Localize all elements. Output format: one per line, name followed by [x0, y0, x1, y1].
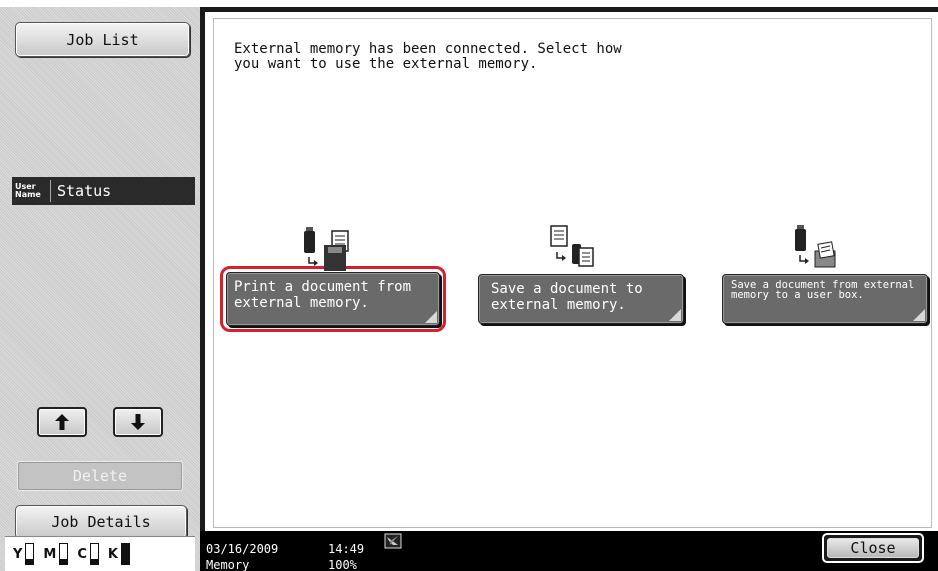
toner-y: Y: [13, 543, 35, 565]
close-label: Close: [850, 539, 896, 557]
toner-letter: C: [77, 546, 87, 562]
close-button[interactable]: Close: [822, 533, 924, 563]
toner-m: M: [43, 543, 69, 565]
document-to-usb-icon: [550, 225, 594, 267]
option-label: Save a document from external memory to …: [731, 279, 915, 301]
main-panel: External memory has been connected. Sele…: [200, 7, 938, 531]
job-list-label: Job List: [66, 30, 139, 49]
column-divider: [50, 180, 51, 202]
job-table-header: User Name Status: [12, 177, 195, 205]
close-button-face: Close: [827, 538, 919, 558]
job-details-button[interactable]: Job Details: [15, 505, 187, 539]
option-label: Print a document from external memory.: [234, 279, 412, 311]
memory-label: Memory: [206, 558, 250, 571]
toner-level-bar: [59, 543, 69, 565]
toner-level-fill: [26, 559, 34, 564]
save-to-user-box-button[interactable]: Save a document from external memory to …: [722, 274, 928, 324]
toner-levels: YMCK: [5, 536, 195, 571]
toner-letter: M: [43, 546, 57, 562]
toner-level-bar: [25, 543, 35, 565]
top-strip: [0, 0, 938, 7]
network-status-icon: [384, 533, 402, 549]
print-from-external-memory-button[interactable]: Print a document from external memory.: [226, 272, 440, 326]
scroll-up-button[interactable]: [37, 407, 87, 437]
job-details-label: Job Details: [51, 513, 151, 531]
usb-to-user-box-icon: [795, 225, 836, 268]
content-area: External memory has been connected. Sele…: [213, 18, 932, 528]
time-display: 14:49: [328, 542, 365, 556]
toner-c: C: [77, 543, 99, 565]
memory-percent: 100%: [328, 558, 357, 571]
column-user-name: User Name: [15, 182, 41, 199]
arrow-down-icon: [131, 414, 145, 430]
job-sidebar: Job List User Name Status Delete Job Det…: [0, 7, 200, 571]
toner-k: K: [108, 543, 130, 565]
date-display: 03/16/2009: [206, 542, 279, 556]
scroll-down-button[interactable]: [113, 407, 163, 437]
column-status: Status: [57, 182, 112, 200]
toner-letter: Y: [13, 546, 23, 562]
toner-level-fill: [60, 559, 68, 564]
toner-level-bar: [120, 543, 130, 565]
status-bar: 03/16/2009 14:49 Memory 100% Close: [200, 531, 938, 571]
option-label: Save a document to external memory.: [491, 281, 643, 313]
save-to-external-memory-button[interactable]: Save a document to external memory.: [478, 274, 684, 324]
usb-to-printer-icon: [304, 227, 349, 271]
toner-level-fill: [121, 544, 129, 564]
job-list-button[interactable]: Job List: [15, 22, 190, 57]
delete-label: Delete: [72, 467, 128, 485]
arrow-up-icon: [55, 414, 69, 430]
toner-letter: K: [107, 546, 118, 562]
toner-level-bar: [89, 543, 99, 565]
instruction-message: External memory has been connected. Sele…: [234, 41, 622, 72]
toner-level-fill: [90, 559, 98, 564]
delete-button[interactable]: Delete: [17, 461, 183, 491]
